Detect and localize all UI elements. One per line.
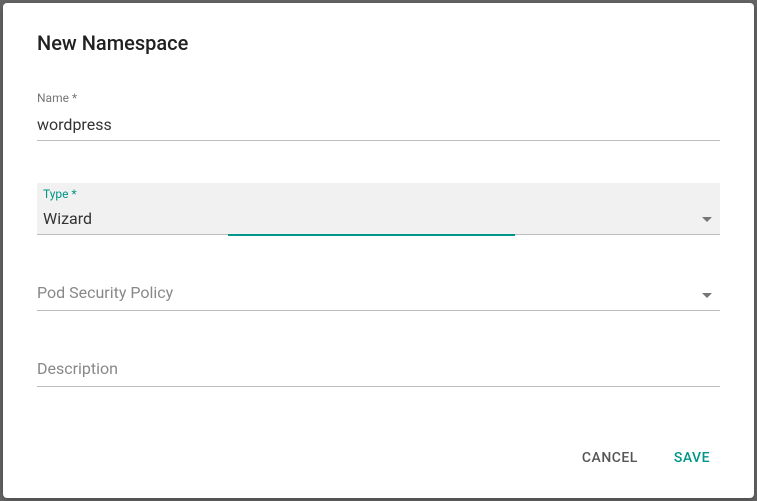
type-field[interactable]: Type * Wizard bbox=[37, 183, 720, 235]
type-progress-track bbox=[37, 234, 720, 236]
psp-placeholder: Pod Security Policy bbox=[37, 277, 720, 310]
psp-field[interactable]: Pod Security Policy bbox=[37, 277, 720, 311]
type-progress-bar bbox=[228, 234, 515, 236]
description-field bbox=[37, 353, 720, 387]
description-input[interactable] bbox=[37, 353, 720, 386]
type-label: Type * bbox=[37, 187, 720, 201]
type-value: Wizard bbox=[37, 205, 720, 234]
name-input[interactable] bbox=[37, 109, 720, 141]
save-button[interactable]: SAVE bbox=[670, 442, 714, 474]
name-field: Name * bbox=[37, 91, 720, 141]
dialog-title: New Namespace bbox=[37, 31, 720, 55]
new-namespace-dialog: New Namespace Name * Type * Wizard Pod S… bbox=[3, 3, 754, 498]
cancel-button[interactable]: CANCEL bbox=[578, 442, 642, 474]
name-label: Name * bbox=[37, 91, 720, 105]
dialog-actions: CANCEL SAVE bbox=[37, 432, 720, 478]
chevron-down-icon bbox=[702, 217, 712, 222]
chevron-down-icon bbox=[702, 293, 712, 298]
